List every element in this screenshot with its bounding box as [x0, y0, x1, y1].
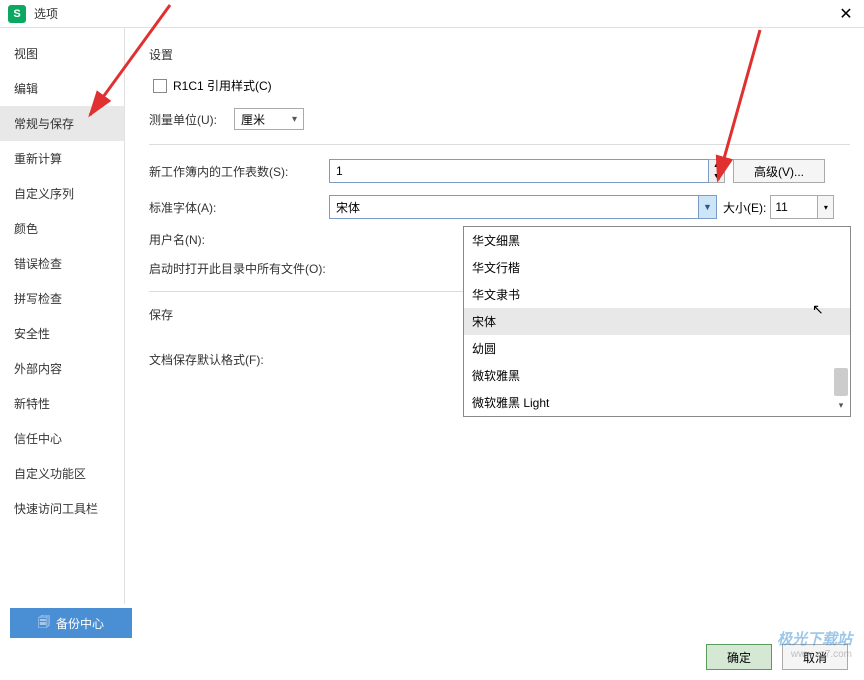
backup-icon: 🗐 — [38, 613, 50, 634]
sidebar-item-general-save[interactable]: 常规与保存 — [0, 106, 124, 141]
scrollbar-thumb[interactable] — [834, 368, 848, 396]
sidebar-item-custom-list[interactable]: 自定义序列 — [0, 176, 124, 211]
dropdown-item[interactable]: 幼圆 — [464, 335, 850, 362]
scrollbar-down-icon[interactable]: ▾ — [834, 400, 848, 414]
watermark: 极光下载站 www.xz7.com — [777, 628, 852, 660]
sidebar-item-color[interactable]: 颜色 — [0, 211, 124, 246]
font-label: 标准字体(A): — [149, 199, 329, 216]
sidebar-item-trust-center[interactable]: 信任中心 — [0, 421, 124, 456]
content-panel: 设置 R1C1 引用样式(C) 测量单位(U): 厘米 新工作簿内的工作表数(S… — [125, 28, 864, 604]
r1c1-row: R1C1 引用样式(C) — [153, 77, 850, 94]
footer-left: 🗐 备份中心 — [10, 608, 132, 638]
app-icon: S — [8, 5, 26, 23]
sidebar-item-recalc[interactable]: 重新计算 — [0, 141, 124, 176]
sheets-label: 新工作簿内的工作表数(S): — [149, 163, 329, 180]
spinner-down-icon[interactable]: ▼ — [709, 171, 724, 182]
window-title: 选项 — [34, 5, 836, 22]
sidebar-item-error-check[interactable]: 错误检查 — [0, 246, 124, 281]
sidebar: 视图 编辑 常规与保存 重新计算 自定义序列 颜色 错误检查 拼写检查 安全性 … — [0, 28, 125, 604]
r1c1-label: R1C1 引用样式(C) — [173, 77, 272, 94]
r1c1-checkbox[interactable] — [153, 79, 167, 93]
user-label: 用户名(N): — [149, 231, 329, 248]
font-dropdown: 华文细黑 华文行楷 华文隶书 宋体 幼圆 微软雅黑 微软雅黑 Light ▾ — [463, 226, 851, 417]
dropdown-item[interactable]: 华文细黑 — [464, 227, 850, 254]
size-label: 大小(E): — [723, 199, 766, 216]
unit-label: 测量单位(U): — [149, 111, 234, 128]
startup-label: 启动时打开此目录中所有文件(O): — [149, 260, 369, 277]
sidebar-item-custom-ribbon[interactable]: 自定义功能区 — [0, 456, 124, 491]
backup-label: 备份中心 — [56, 615, 104, 632]
sidebar-item-view[interactable]: 视图 — [0, 36, 124, 71]
spinner-up-icon[interactable]: ▲ — [709, 160, 724, 171]
sidebar-item-new-features[interactable]: 新特性 — [0, 386, 124, 421]
dropdown-item[interactable]: 微软雅黑 — [464, 362, 850, 389]
watermark-brand: 极光下载站 — [777, 628, 852, 649]
titlebar: S 选项 ✕ — [0, 0, 864, 28]
main-area: 视图 编辑 常规与保存 重新计算 自定义序列 颜色 错误检查 拼写检查 安全性 … — [0, 28, 864, 604]
sheets-spinner[interactable]: ▲ ▼ — [709, 159, 725, 183]
unit-row: 测量单位(U): 厘米 — [149, 108, 850, 130]
dropdown-item[interactable]: 微软雅黑 Light — [464, 389, 850, 416]
divider — [149, 144, 850, 145]
dropdown-item[interactable]: 宋体 — [464, 308, 850, 335]
watermark-url: www.xz7.com — [777, 649, 852, 660]
sidebar-item-quick-access[interactable]: 快速访问工具栏 — [0, 491, 124, 526]
sheets-row: 新工作簿内的工作表数(S): ▲ ▼ 高级(V)... — [149, 159, 850, 183]
sidebar-item-edit[interactable]: 编辑 — [0, 71, 124, 106]
close-button[interactable]: ✕ — [836, 4, 856, 24]
sidebar-item-security[interactable]: 安全性 — [0, 316, 124, 351]
size-chevron-down-icon[interactable]: ▾ — [818, 195, 834, 219]
ok-button[interactable]: 确定 — [706, 644, 772, 670]
format-label: 文档保存默认格式(F): — [149, 351, 329, 368]
font-value: 宋体 — [336, 199, 360, 216]
font-combo[interactable]: 宋体 ▼ — [329, 195, 717, 219]
section-save-title: 保存 — [149, 306, 329, 323]
dropdown-item[interactable]: 华文隶书 — [464, 281, 850, 308]
unit-select[interactable]: 厘米 — [234, 108, 304, 130]
section-settings-title: 设置 — [149, 46, 850, 63]
sidebar-item-external[interactable]: 外部内容 — [0, 351, 124, 386]
size-input[interactable] — [770, 195, 818, 219]
sheets-input[interactable] — [329, 159, 709, 183]
font-row: 标准字体(A): 宋体 ▼ 大小(E): ▾ — [149, 195, 850, 219]
dropdown-item[interactable]: 华文行楷 — [464, 254, 850, 281]
advanced-button[interactable]: 高级(V)... — [733, 159, 825, 183]
backup-center-button[interactable]: 🗐 备份中心 — [10, 608, 132, 638]
scrollbar[interactable]: ▾ — [834, 229, 848, 414]
chevron-down-icon[interactable]: ▼ — [698, 196, 716, 218]
sidebar-item-spell-check[interactable]: 拼写检查 — [0, 281, 124, 316]
